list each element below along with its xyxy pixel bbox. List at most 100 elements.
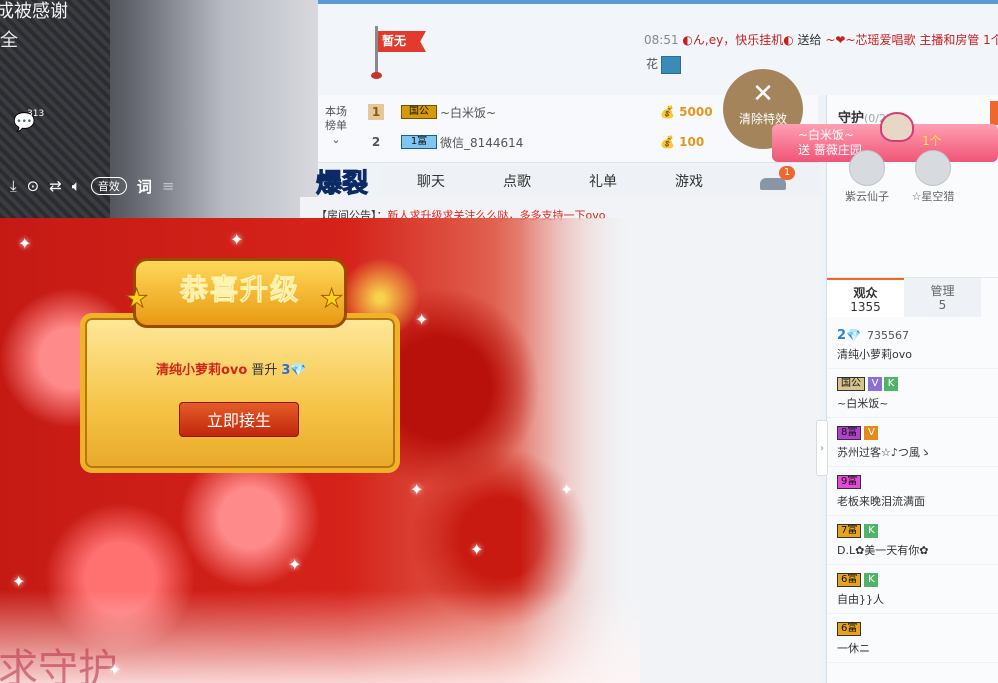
video-overlay-text: 成被感谢 <box>0 1 68 22</box>
car-count-badge: 1 <box>779 166 795 180</box>
sound-effect-button[interactable]: 音效 <box>90 177 127 195</box>
rank-row[interactable]: 1 国公 ~白米饭~ 💰 5000 <box>368 99 718 125</box>
burst-effect-label: 爆裂 <box>315 169 369 200</box>
gift-message-user[interactable]: ◐ん,ey，快乐挂机◐ <box>682 33 793 47</box>
video-preview[interactable]: 成被感谢 全 💬 313 ⤓ ⊙ ⇄ 🔈︎ 音效 词 ≡ <box>0 0 318 218</box>
tab-managers-label: 管理 <box>930 284 955 298</box>
audience-tabs: 观众 1355 管理 5 <box>827 277 998 317</box>
car-icon[interactable] <box>760 178 786 190</box>
user-name: 清纯小萝莉ovo <box>837 348 912 361</box>
k-badge: K <box>864 524 879 538</box>
list-item[interactable]: 6富 一休ニ <box>827 614 998 663</box>
list-item[interactable]: 国公 V K ~白米饭~ <box>827 369 998 418</box>
sparkle-icon: ✦ <box>230 230 244 249</box>
video-overlay-text-2: 全 <box>0 30 18 51</box>
wealth-badge: 国公 <box>837 377 865 391</box>
user-badges: 6富 <box>837 621 998 637</box>
sparkle-icon: ✦ <box>108 660 122 679</box>
gift-message: 08:51 ◐ん,ey，快乐挂机◐ 送给 ~❤~芯瑶爱唱歌 主播和房管 1个 <box>644 31 998 48</box>
collapse-sidebar-button[interactable]: › <box>816 420 828 476</box>
tab-audience-count: 1355 <box>850 300 881 314</box>
rank-gold: 💰 5000 <box>660 105 713 119</box>
levelup-message: 清纯小萝莉ovo 晋升 3💎 <box>156 359 307 378</box>
user-name: 自由}}人 <box>837 593 884 606</box>
flower-icon <box>661 55 682 74</box>
level-number: 2 <box>837 327 847 343</box>
rank-label[interactable]: 本场榜单 ⌄ <box>324 105 348 147</box>
vip-badge: V <box>864 426 879 440</box>
rank-row[interactable]: 2 1富 微信_8144614 💰 100 <box>368 129 718 155</box>
k-badge: K <box>864 573 879 587</box>
playlist-icon[interactable]: ≡ <box>162 177 175 195</box>
user-badges: 6富 K <box>837 572 998 588</box>
shuffle-icon[interactable]: ⇄ <box>49 177 62 195</box>
wealth-badge: 9富 <box>837 475 862 489</box>
rank-number: 2 <box>371 135 381 149</box>
list-item[interactable]: 6富 K 自由}}人 <box>827 565 998 614</box>
user-name: 老板来晚泪流满面 <box>837 495 925 508</box>
tab-managers[interactable]: 管理 5 <box>904 278 981 317</box>
levelup-banner: 恭喜升级 <box>133 258 347 328</box>
rank-number: 1 <box>368 104 384 120</box>
flag-badge: 暂无 <box>378 31 426 52</box>
rank-gold-value: 100 <box>679 135 705 149</box>
rank-gold: 💰 100 <box>660 135 704 149</box>
flower-line: 花 <box>646 55 682 74</box>
more-icon[interactable]: ⊙ <box>27 177 40 195</box>
gift-heart-icon <box>880 112 914 142</box>
guard-avatar <box>849 150 885 186</box>
chevron-down-icon[interactable]: ⌄ <box>331 133 340 146</box>
star-icon: ★ <box>319 284 344 315</box>
list-item[interactable]: 9富 老板来晚泪流满面 <box>827 467 998 516</box>
tab-song-request[interactable]: 点歌 <box>474 171 560 191</box>
wealth-badge: 7富 <box>837 524 862 538</box>
user-badges: 国公 V K <box>837 376 998 392</box>
gift-banner-count: 1个 <box>922 134 942 148</box>
tab-audience[interactable]: 观众 1355 <box>827 278 904 317</box>
levelup-verb: 晋升 <box>251 363 278 378</box>
levelup-card <box>80 313 400 473</box>
user-name: 苏州过客☆♪つ風ゝ <box>837 446 931 459</box>
flag-base <box>371 72 382 79</box>
congrats-button[interactable]: 立即接生 <box>179 402 299 437</box>
vip-badge: V <box>868 377 882 391</box>
sparkle-icon: ✦ <box>288 555 302 574</box>
chat-tabs: 聊天 点歌 礼单 游戏 <box>380 165 820 197</box>
list-item[interactable]: 8富 V 苏州过客☆♪つ風ゝ <box>827 418 998 467</box>
guard-slot[interactable]: 紫云仙子 <box>842 150 892 204</box>
list-item[interactable]: 7富 K D.L✿美一天有你✿ <box>827 516 998 565</box>
user-id: 735567 <box>867 328 909 342</box>
sparkle-icon: ✦ <box>415 310 429 329</box>
gold-icon: 💰 <box>660 135 675 149</box>
tab-chat[interactable]: 聊天 <box>388 171 474 191</box>
tab-games[interactable]: 游戏 <box>646 171 732 191</box>
k-badge: K <box>884 377 898 391</box>
levelup-user: 清纯小萝莉ovo <box>156 363 248 378</box>
rank-badge: 1富 <box>401 135 437 149</box>
gift-message-target: ~❤~芯瑶爱唱歌 主播和房管 1个 <box>825 33 998 47</box>
rank-name[interactable]: 微信_8144614 <box>440 134 523 151</box>
tab-gift-list[interactable]: 礼单 <box>560 171 646 191</box>
download-icon[interactable]: ⤓ <box>10 177 17 195</box>
user-badges: 9富 <box>837 474 998 490</box>
user-badges: 7富 K <box>837 523 998 539</box>
flower-label: 花 <box>646 57 659 71</box>
volume-icon[interactable]: 🔈︎ <box>72 177 81 195</box>
flag-pole <box>375 26 378 78</box>
lyrics-button[interactable]: 词 <box>137 176 152 197</box>
user-name: ~白米饭~ <box>837 397 889 410</box>
user-name: 一休ニ <box>837 642 870 655</box>
wealth-badge: 6富 <box>837 622 862 636</box>
tab-managers-count: 5 <box>938 298 947 312</box>
guard-open-button[interactable] <box>990 101 998 125</box>
list-item[interactable]: 2 💎 735567 清纯小萝莉ovo <box>827 320 998 369</box>
diamond-icon: 💎 <box>846 328 861 342</box>
guard-slot[interactable]: ☆星空猎 <box>908 150 958 204</box>
diamond-icon: 💎 <box>290 363 307 378</box>
player-controls: ⤓ ⊙ ⇄ 🔈︎ 音效 词 ≡ <box>0 172 318 200</box>
guard-slot-name: ☆星空猎 <box>911 190 955 203</box>
sparkle-icon: ✦ <box>12 572 26 591</box>
close-icon: ✕ <box>752 79 774 109</box>
guard-avatar <box>915 150 951 186</box>
rank-name[interactable]: ~白米饭~ <box>440 104 496 121</box>
